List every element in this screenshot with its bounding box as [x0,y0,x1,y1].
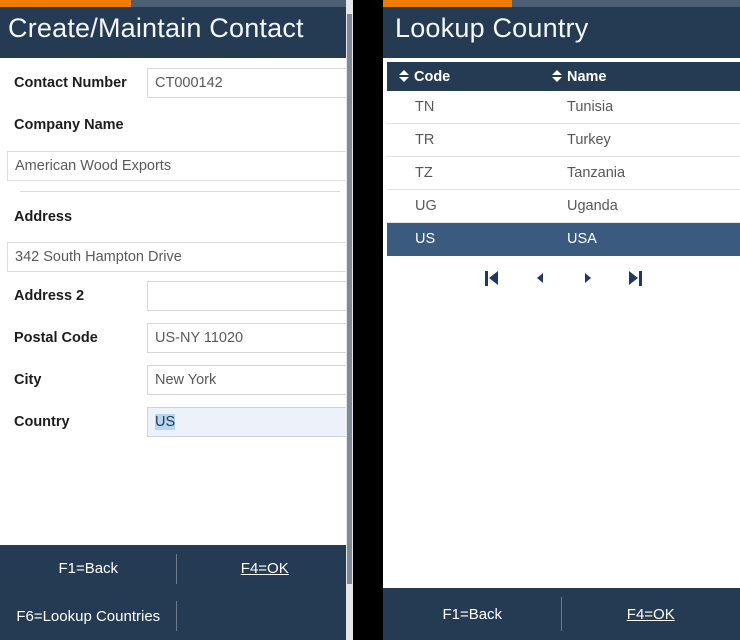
next-page-icon[interactable] [577,268,599,288]
column-header-name-label: Name [567,68,607,85]
field-row-contact-number: Contact Number CT000142 [0,68,353,98]
cell-name: Turkey [567,132,611,148]
sort-updown-icon [398,69,409,82]
create-maintain-contact-panel: Create/Maintain Contact Contact Number C… [0,0,353,640]
table-row[interactable]: TN Tunisia [387,91,740,124]
first-page-icon[interactable] [481,268,503,288]
country-table: Code Name TN Tunisia TR Turkey TZ Tanzan… [387,62,740,256]
left-progress-fill [0,0,131,7]
lookup-f4-ok-button[interactable]: F4=OK [562,588,740,640]
table-header-row: Code Name [387,62,740,91]
postal-code-value: US-NY 11020 [155,330,244,346]
cell-code: US [415,231,436,247]
address2-input[interactable] [147,281,353,311]
country-value: US [155,414,176,430]
company-name-input[interactable]: American Wood Exports [7,151,353,181]
f6-lookup-countries-button[interactable]: F6=Lookup Countries [0,593,177,640]
footer-empty-slot [177,593,354,640]
pagination-controls [387,268,740,288]
right-progress-fill [383,0,512,7]
address2-label: Address 2 [14,288,85,304]
address-label: Address [14,209,73,225]
column-header-code[interactable]: Code [387,62,548,91]
sort-updown-icon [551,69,562,82]
field-row-postal-code: Postal Code US-NY 11020 [0,323,353,353]
app-screen: Create/Maintain Contact Contact Number C… [0,0,740,640]
left-footer-bar: F1=Back F4=OK F6=Lookup Countries [0,545,353,640]
left-title-bar: Create/Maintain Contact [0,7,353,58]
column-header-name[interactable]: Name [548,62,740,91]
contact-form: Contact Number CT000142 Company Name Ame… [0,58,353,545]
f4-ok-button[interactable]: F4=OK [177,545,354,593]
address-value: 342 South Hampton Drive [15,249,182,265]
city-label: City [14,372,42,388]
right-footer-bar: F1=Back F4=OK [383,588,740,640]
contact-number-label: Contact Number [14,75,127,91]
f1-back-button[interactable]: F1=Back [0,545,177,593]
last-page-icon[interactable] [625,268,647,288]
postal-code-input[interactable]: US-NY 11020 [147,323,353,353]
company-name-label: Company Name [14,117,124,133]
cell-code: TZ [415,165,433,181]
field-row-country: Country US [0,407,353,437]
company-name-value: American Wood Exports [15,158,172,174]
table-row[interactable]: TR Turkey [387,124,740,157]
cell-code: TN [415,99,435,115]
cell-code: TR [415,132,435,148]
field-row-address2: Address 2 [0,281,353,311]
right-title-bar: Lookup Country [383,7,740,58]
page-title: Create/Maintain Contact [8,13,304,43]
right-progress-track [383,0,740,7]
lookup-title: Lookup Country [395,13,589,43]
left-panel-scrollbar-thumb[interactable] [347,14,352,584]
left-panel-scrollbar[interactable] [346,0,353,640]
left-progress-track [0,0,353,7]
table-row[interactable]: UG Uganda [387,190,740,223]
cell-name: Uganda [567,198,618,214]
field-row-city: City New York [0,365,353,395]
city-input[interactable]: New York [147,365,353,395]
contact-number-value: CT000142 [155,75,223,91]
table-row-selected[interactable]: US USA [387,223,740,256]
lookup-f1-back-button[interactable]: F1=Back [383,588,562,640]
form-divider [20,191,340,192]
postal-code-label: Postal Code [14,330,98,346]
address-input[interactable]: 342 South Hampton Drive [7,242,353,272]
cell-name: Tunisia [567,99,614,115]
column-header-code-label: Code [414,68,451,85]
lookup-country-panel: Lookup Country Code Name TN Tunisia TR T… [383,0,740,640]
cell-name: USA [567,231,597,247]
table-row[interactable]: TZ Tanzania [387,157,740,190]
cell-name: Tanzania [567,165,626,181]
cell-code: UG [415,198,437,214]
contact-number-input[interactable]: CT000142 [147,68,353,98]
country-label: Country [14,414,70,430]
country-input[interactable]: US [147,407,353,437]
previous-page-icon[interactable] [529,268,551,288]
city-value: New York [155,372,217,388]
